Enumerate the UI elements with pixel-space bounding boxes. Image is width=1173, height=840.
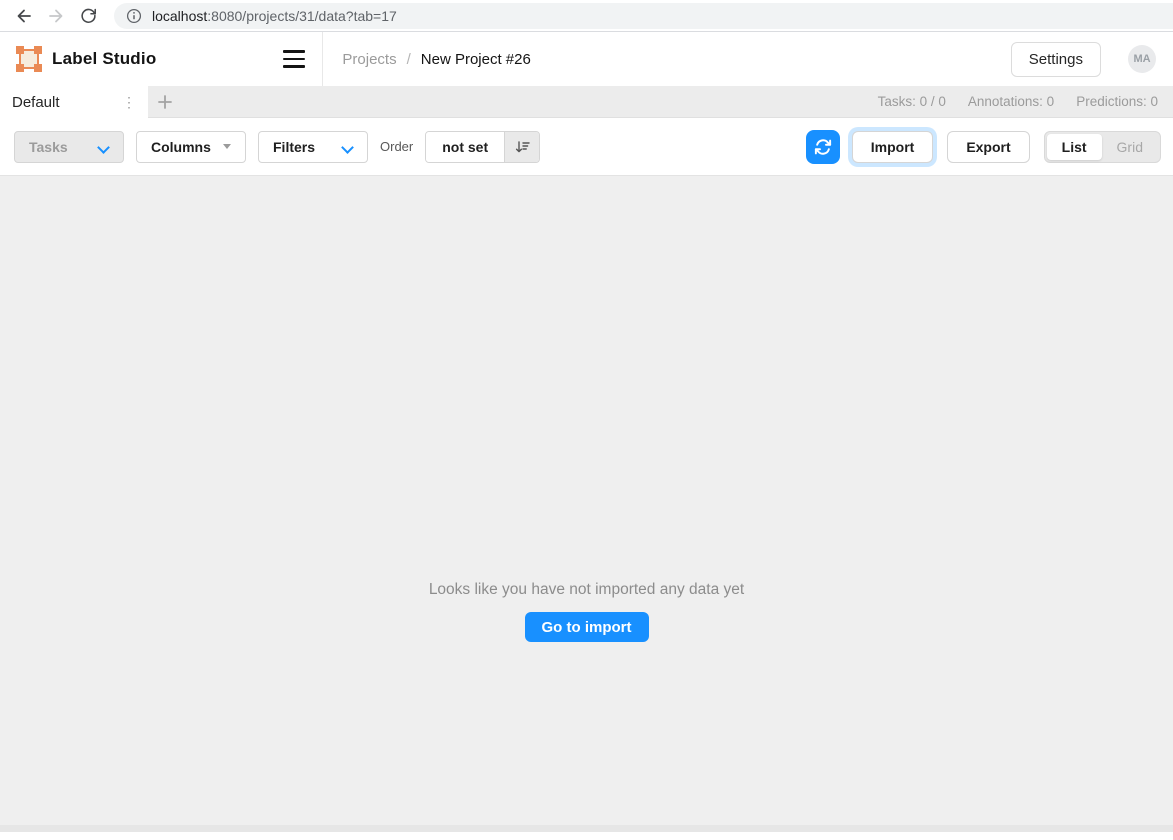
chevron-down-icon — [343, 142, 353, 152]
filters-dropdown-label: Filters — [273, 139, 315, 155]
view-toggle-list[interactable]: List — [1047, 134, 1102, 160]
breadcrumb-separator: / — [407, 51, 411, 68]
url-text: localhost:8080/projects/31/data?tab=17 — [152, 8, 397, 24]
chevron-down-icon — [99, 142, 109, 152]
url-path: :8080/projects/31/data?tab=17 — [207, 8, 397, 24]
tab-options-kebab-icon[interactable]: ⋮ — [118, 93, 140, 111]
reload-icon — [80, 7, 97, 24]
data-manager-content: Looks like you have not imported any dat… — [0, 176, 1173, 832]
app-title: Label Studio — [52, 49, 156, 69]
breadcrumb: Projects / New Project #26 — [342, 51, 530, 68]
tasks-count: Tasks: 0 / 0 — [878, 94, 946, 109]
import-button[interactable]: Import — [852, 131, 934, 163]
forward-button[interactable] — [42, 2, 70, 30]
order-control[interactable]: not set — [425, 131, 540, 163]
bounding-box-logo-icon — [16, 46, 42, 72]
add-tab-button[interactable] — [148, 86, 182, 117]
url-host: localhost — [152, 8, 207, 24]
columns-dropdown-label: Columns — [151, 139, 211, 155]
tasks-dropdown[interactable]: Tasks — [14, 131, 124, 163]
refresh-button[interactable] — [806, 130, 840, 164]
data-manager-toolbar: Tasks Columns Filters Order not set Impo… — [0, 118, 1173, 176]
app-logo[interactable]: Label Studio — [0, 46, 156, 72]
predictions-count: Predictions: 0 — [1076, 94, 1158, 109]
breadcrumb-projects-link[interactable]: Projects — [342, 51, 396, 68]
go-to-import-button[interactable]: Go to import — [525, 612, 649, 642]
plus-icon — [157, 94, 173, 110]
sort-direction-button[interactable] — [504, 132, 539, 162]
caret-down-icon — [223, 144, 231, 149]
browser-chrome: localhost:8080/projects/31/data?tab=17 — [0, 0, 1173, 32]
export-button[interactable]: Export — [947, 131, 1029, 163]
tab-strip: Default ⋮ Tasks: 0 / 0 Annotations: 0 Pr… — [0, 86, 1173, 118]
menu-icon — [283, 50, 305, 53]
columns-dropdown[interactable]: Columns — [136, 131, 246, 163]
header-divider — [322, 32, 323, 86]
project-stats: Tasks: 0 / 0 Annotations: 0 Predictions:… — [878, 86, 1173, 117]
menu-button[interactable] — [274, 41, 314, 77]
settings-button[interactable]: Settings — [1011, 42, 1101, 77]
avatar[interactable]: MA — [1128, 45, 1156, 73]
empty-state: Looks like you have not imported any dat… — [0, 581, 1173, 642]
tasks-dropdown-label: Tasks — [29, 139, 68, 155]
view-toggle-grid[interactable]: Grid — [1102, 134, 1158, 160]
tab-label: Default — [12, 94, 60, 111]
page-title: New Project #26 — [421, 51, 531, 68]
tab-default[interactable]: Default ⋮ — [0, 86, 148, 118]
annotations-count: Annotations: 0 — [968, 94, 1054, 109]
app-header: Label Studio Projects / New Project #26 … — [0, 32, 1173, 86]
bottom-scrollbar-track — [0, 825, 1173, 832]
refresh-icon — [814, 138, 832, 156]
sort-descending-icon — [514, 139, 530, 155]
back-icon — [15, 7, 33, 25]
back-button[interactable] — [10, 2, 38, 30]
info-icon — [126, 8, 142, 24]
empty-state-message: Looks like you have not imported any dat… — [0, 581, 1173, 599]
reload-button[interactable] — [74, 2, 102, 30]
filters-dropdown[interactable]: Filters — [258, 131, 368, 163]
view-toggle: List Grid — [1044, 131, 1161, 163]
url-bar[interactable]: localhost:8080/projects/31/data?tab=17 — [114, 3, 1173, 29]
order-label: Order — [380, 139, 413, 154]
forward-icon — [47, 7, 65, 25]
order-value[interactable]: not set — [426, 132, 504, 162]
